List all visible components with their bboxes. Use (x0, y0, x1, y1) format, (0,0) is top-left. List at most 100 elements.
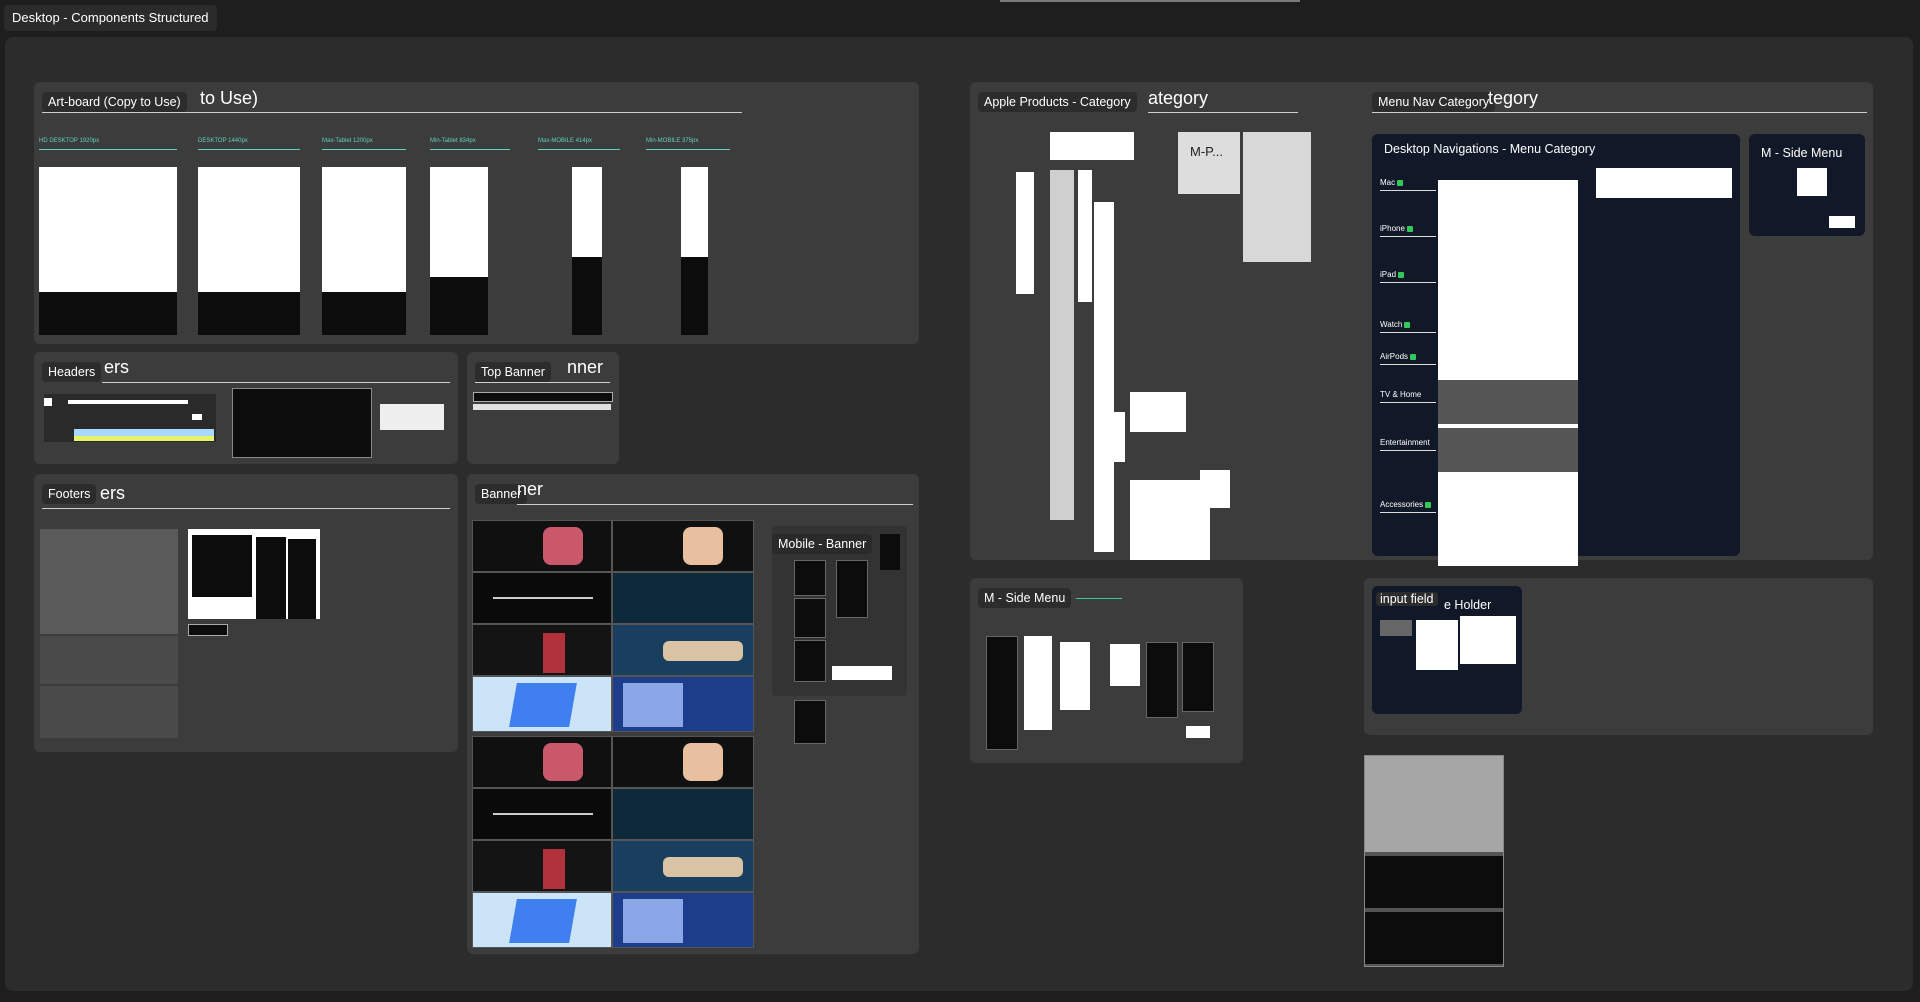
divider (430, 149, 510, 150)
frame-title[interactable]: Min-Tablet 834px (430, 138, 476, 144)
banner-grid[interactable] (472, 520, 754, 732)
side-menu-preview[interactable] (1060, 642, 1090, 710)
artboard-frame[interactable] (39, 167, 177, 292)
side-menu-preview[interactable] (1110, 644, 1140, 686)
footer-thumb (430, 277, 488, 335)
category-watch[interactable]: Watch (1380, 320, 1411, 329)
divider (1380, 190, 1436, 191)
section-m-side-menu[interactable]: M - Side Menu (970, 578, 1243, 763)
section-apple-products[interactable]: Apple Products - Category ategory M-P... (970, 82, 1382, 560)
input-preview[interactable] (1460, 616, 1516, 664)
product-listing[interactable] (1243, 132, 1311, 262)
input-preview[interactable] (1416, 620, 1458, 670)
footer-preview[interactable] (40, 529, 178, 634)
footer-preview[interactable] (40, 686, 178, 738)
section-label[interactable]: Apple Products - Category (978, 92, 1137, 112)
horizontal-scrollbar[interactable] (1000, 0, 1300, 2)
side-menu-preview[interactable] (1024, 636, 1052, 730)
header-preview[interactable] (380, 404, 444, 430)
artboard-frame[interactable] (681, 167, 708, 257)
product-card[interactable] (1095, 412, 1125, 462)
m-side-menu-frame[interactable]: M - Side Menu (1749, 134, 1865, 236)
input-field-frame[interactable]: input field e Holder (1372, 586, 1522, 714)
section-label[interactable]: Footers (42, 484, 97, 504)
category-accessories[interactable]: Accessories (1380, 500, 1432, 509)
category-tv-home[interactable]: TV & Home (1380, 390, 1421, 399)
section-label[interactable]: Top Banner (475, 362, 551, 382)
desktop-navigations-frame[interactable]: Desktop Navigations - Menu Category Mac … (1372, 134, 1740, 566)
product-card[interactable] (1130, 480, 1210, 560)
section-label[interactable]: Mobile - Banner (772, 534, 873, 554)
header-preview[interactable] (44, 394, 216, 442)
frame-label[interactable]: Desktop Navigations - Menu Category (1384, 142, 1595, 156)
input-preview[interactable] (1380, 620, 1412, 636)
divider (39, 149, 177, 150)
product-card[interactable] (1130, 392, 1186, 432)
category-airpods[interactable]: AirPods (1380, 352, 1417, 361)
section-artboard[interactable]: Art-board (Copy to Use) to Use) HD DESKT… (34, 82, 919, 344)
menu-content-column[interactable] (1438, 180, 1578, 566)
top-banner-preview[interactable] (473, 404, 611, 410)
section-label[interactable]: Art-board (Copy to Use) (42, 92, 187, 112)
banner-grid[interactable] (472, 736, 754, 948)
category-iphone[interactable]: iPhone (1380, 224, 1413, 233)
section-label[interactable]: M - Side Menu (978, 588, 1072, 608)
product-column[interactable] (1050, 170, 1074, 520)
category-mac[interactable]: Mac (1380, 178, 1404, 187)
checkmark-icon (1397, 179, 1404, 186)
checkmark-icon (1410, 353, 1417, 360)
divider (475, 382, 610, 383)
frame-title[interactable]: HD DESKTOP 1920px (39, 138, 99, 144)
section-headers[interactable]: Headers ers (34, 352, 458, 464)
product-card[interactable] (1200, 470, 1230, 508)
section-label[interactable]: Menu Nav Category (1372, 92, 1496, 112)
category-entertainment[interactable]: Entertainment (1380, 438, 1430, 447)
divider (538, 149, 620, 150)
artboard-frame[interactable] (430, 167, 488, 277)
artboard-frame[interactable] (572, 167, 602, 257)
section-input-field[interactable]: input field e Holder (1364, 578, 1873, 735)
category-ipad[interactable]: iPad (1380, 270, 1405, 279)
product-column[interactable] (1016, 172, 1034, 294)
artboard-frame[interactable] (322, 167, 406, 292)
section-top-banner[interactable]: Top Banner nner (467, 352, 619, 464)
section-menu-nav[interactable]: Menu Nav Category tegory Desktop Navigat… (1364, 82, 1873, 566)
footer-frame-preview[interactable] (1364, 755, 1504, 967)
checkmark-icon (1425, 501, 1432, 508)
menu-dropdown-preview[interactable] (1596, 168, 1732, 198)
footer-preview[interactable] (40, 636, 178, 684)
section-ghost-title: e Holder (1444, 598, 1492, 612)
mobile-banner[interactable] (794, 700, 826, 744)
divider (102, 382, 450, 383)
footer-preview[interactable] (188, 529, 320, 619)
artboard-frame[interactable] (198, 167, 300, 292)
product-column[interactable] (1078, 170, 1092, 302)
frame-title[interactable]: DESKTOP 1440px (198, 138, 248, 144)
divider (1148, 112, 1298, 113)
side-menu-preview[interactable] (1182, 642, 1214, 712)
mp-card[interactable]: M-P... (1178, 132, 1240, 194)
side-menu-preview[interactable] (1146, 642, 1178, 718)
header-preview[interactable] (232, 388, 372, 458)
frame-label[interactable]: M - Side Menu (1761, 146, 1842, 160)
divider (1380, 512, 1436, 513)
section-label[interactable]: Headers (42, 362, 102, 382)
top-banner-preview[interactable] (473, 392, 613, 402)
frame-title[interactable]: Min-MOBILE 375px (646, 138, 698, 144)
product-thumb-row[interactable] (1050, 132, 1134, 160)
side-menu-preview[interactable] (986, 636, 1018, 750)
section-footers[interactable]: Footers ers (34, 474, 458, 752)
checkmark-icon (1406, 225, 1413, 232)
footer-thumb (39, 292, 177, 335)
frame-title[interactable]: Max-MOBILE 414px (538, 138, 592, 144)
divider (322, 149, 406, 150)
section-banner[interactable]: Banner ner Mobile - Banner (467, 474, 919, 954)
checkmark-icon (1404, 321, 1411, 328)
section-label[interactable]: input field (1376, 592, 1438, 606)
page-tab[interactable]: Desktop - Components Structured (4, 5, 217, 31)
frame-title[interactable]: Max-Tablet 1200px (322, 138, 373, 144)
side-menu-preview[interactable] (1186, 726, 1210, 738)
footer-preview[interactable] (188, 624, 228, 636)
mobile-banner-group[interactable]: Mobile - Banner (772, 526, 907, 696)
product-column[interactable] (1094, 202, 1114, 552)
